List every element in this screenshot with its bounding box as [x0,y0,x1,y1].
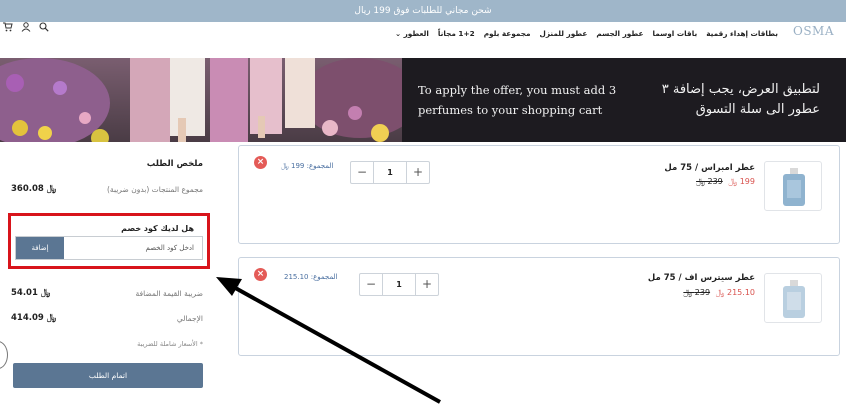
site-header: OSMA العطور ⌄ 1+2 مجاناً مجموعة بلوم عطو… [0,22,846,58]
increase-quantity-button[interactable]: + [406,162,429,183]
banner-text-arabic: لتطبيق العرض، يجب إضافة ٣ عطور الى سلة ا… [661,82,820,117]
quantity-value[interactable]: 1 [374,162,406,183]
banner-text-english: To apply the offer, you must add 3 perfu… [418,83,617,117]
quantity-stepper: − 1 + [350,161,430,184]
coupon-placeholder: ادخل كود الخصم [145,244,194,252]
promo-banner[interactable]: To apply the offer, you must add 3 perfu… [0,58,846,142]
coupon-title: هل لديك كود خصم [121,224,194,233]
subtotal-value: 360.08 ﷼ [11,184,57,194]
search-icon[interactable] [39,22,49,35]
user-icon[interactable] [21,22,31,35]
original-price: 239 ﷼ [683,288,711,297]
cart-item: عطر سيترس اف / 75 مل 215.10 ﷼ 239 ﷼ − 1 … [238,257,840,356]
sale-price: 199 ﷼ [728,177,755,186]
subtotal-row: مجموع المنتجات (بدون ضريبة) 360.08 ﷼ [11,184,203,197]
nav-item-bloom[interactable]: مجموعة بلوم [484,29,531,38]
vat-row: ضريبة القيمة المضافة 54.01 ﷼ [11,288,203,301]
subtotal-label: مجموع المنتجات (بدون ضريبة) [107,185,203,194]
product-name[interactable]: عطر امبراس / 75 مل [664,163,755,173]
quantity-value[interactable]: 1 [383,274,415,295]
order-summary: ملخص الطلب مجموع المنتجات (بدون ضريبة) 3… [0,142,222,404]
apply-coupon-button[interactable]: إضافة [16,237,64,259]
cart-icon[interactable] [3,22,13,35]
product-prices: 215.10 ﷼ 239 ﷼ [683,288,755,298]
sale-price: 215.10 ﷼ [715,288,755,297]
remove-item-icon[interactable]: × [254,268,267,281]
product-name[interactable]: عطر سيترس اف / 75 مل [648,273,755,283]
coupon-highlight-box: هل لديك كود خصم ادخل كود الخصم إضافة [8,213,210,269]
decrease-quantity-button[interactable]: − [360,274,383,295]
total-row: الإجمالي 414.09 ﷼ [11,313,203,326]
checkout-button[interactable]: اتمام الطلب [13,363,203,388]
original-price: 239 ﷼ [696,177,723,186]
summary-title: ملخص الطلب [146,159,203,169]
line-total: المجموع: 215.10 [284,273,338,281]
main-nav: العطور ⌄ 1+2 مجاناً مجموعة بلوم عطور للم… [395,29,778,38]
product-thumbnail[interactable] [764,273,822,323]
quantity-stepper: − 1 + [359,273,439,296]
nav-item-offer[interactable]: 1+2 مجاناً [438,29,475,38]
perfume-bottle-icon [783,168,805,206]
nav-item-perfumes[interactable]: العطور ⌄ [395,29,429,38]
nav-item-home-fragrance[interactable]: عطور للمنزل [540,29,588,38]
decrease-quantity-button[interactable]: − [351,162,374,183]
coupon-code-input[interactable]: ادخل كود الخصم إضافة [15,236,203,260]
promo-top-bar: شحن مجاني للطلبات فوق 199 ريال [0,0,846,22]
perfume-bottle-icon [783,280,805,318]
tax-note: * الأسعار شاملة للضريبة [137,340,203,348]
banner-photo [0,58,402,142]
nav-item-gift-cards[interactable]: بطاقات إهداء رقمية [706,29,778,38]
line-total: المجموع: 199 ﷼ [281,162,334,170]
remove-item-icon[interactable]: × [254,156,267,169]
total-value: 414.09 ﷼ [11,313,57,323]
side-chat-handle[interactable] [0,341,8,369]
product-prices: 199 ﷼ 239 ﷼ [696,177,755,187]
vat-label: ضريبة القيمة المضافة [135,289,203,298]
nav-item-bundles[interactable]: باقات اوسما [652,29,697,38]
total-label: الإجمالي [176,314,203,323]
header-icons [3,22,49,35]
vat-value: 54.01 ﷼ [11,288,51,298]
nav-item-body[interactable]: عطور الجسم [596,29,643,38]
cart-item: عطر امبراس / 75 مل 199 ﷼ 239 ﷼ − 1 + الم… [238,145,840,244]
product-thumbnail[interactable] [764,161,822,211]
increase-quantity-button[interactable]: + [415,274,438,295]
brand-logo[interactable]: OSMA [793,24,834,38]
